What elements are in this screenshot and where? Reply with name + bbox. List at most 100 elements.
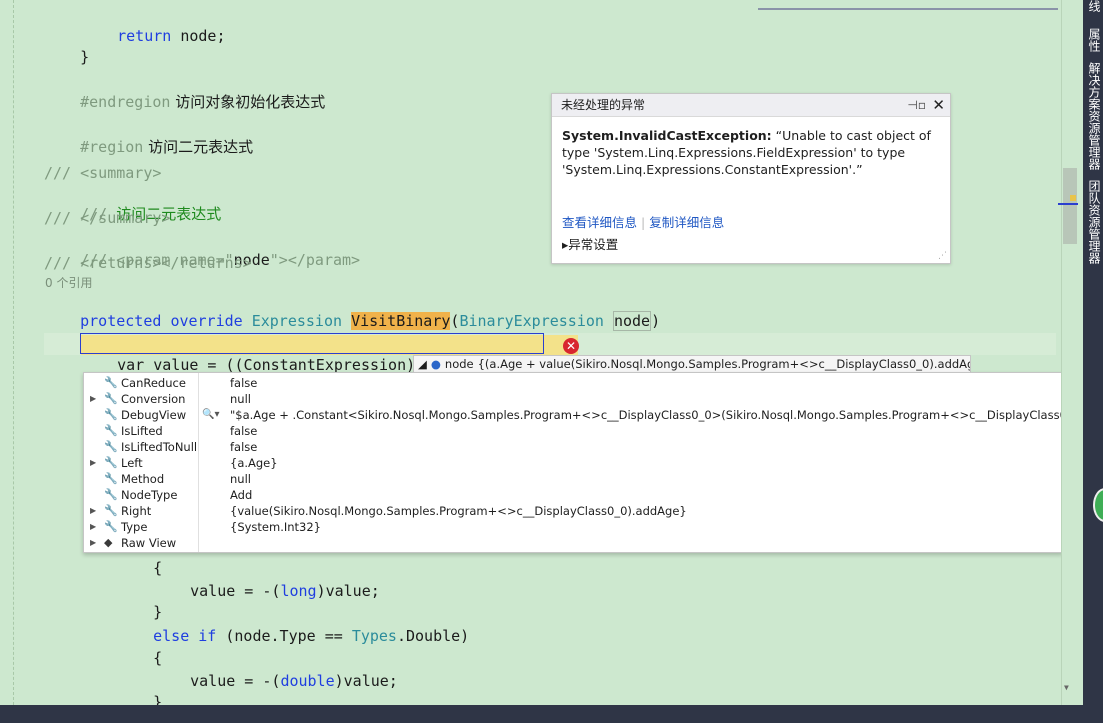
datatip-row[interactable]: 🔧 IsLifted false [84, 423, 1062, 439]
datatip-property-value: false [230, 376, 258, 390]
doc-comment[interactable]: /// </summary> [44, 208, 170, 228]
wrench-icon: 🔧 [104, 440, 118, 453]
code-text: } [80, 48, 90, 66]
code-line[interactable]: } [117, 582, 162, 621]
datatip-row[interactable]: ▶ 🔧 Conversion null [84, 391, 1062, 407]
datatip-property-name: DebugView [121, 408, 187, 422]
vertical-scrollbar[interactable] [1061, 0, 1084, 705]
datatip-property-value: {System.Int32} [230, 520, 321, 534]
datatip-variable-value: {(a.Age + value(Sikiro.Nosql.Mongo.Sampl… [477, 357, 971, 371]
datatip-property-value: false [230, 440, 258, 454]
datatip-property-value: null [230, 392, 251, 406]
expand-arrow-icon[interactable]: ▶ [90, 519, 96, 535]
object-icon: ● [430, 357, 441, 371]
tab-line[interactable]: 线 [1086, 0, 1103, 12]
datatip-property-name: Conversion [121, 392, 186, 406]
datatip-property-name: Method [121, 472, 165, 486]
exception-popup[interactable]: 未经处理的异常 ⊣▫ ✕ System.InvalidCastException… [551, 93, 951, 264]
chevron-down-icon[interactable]: ◢ [418, 357, 427, 371]
datatip-property-name: NodeType [121, 488, 178, 502]
code-line[interactable]: { [117, 628, 162, 667]
doc-comment[interactable]: /// <returns></returns> [44, 253, 252, 273]
code-text: value = -( [190, 582, 281, 600]
datatip-row[interactable]: ▶ 🔧 Left {a.Age} [84, 455, 1062, 471]
keyword: if [198, 627, 217, 645]
resize-grip-icon[interactable]: ⋰ [938, 251, 947, 261]
expand-arrow-icon[interactable]: ▶ [90, 391, 96, 407]
code-line[interactable]: } [117, 672, 162, 705]
code-line[interactable]: } [44, 27, 89, 66]
code-text: )value; [316, 582, 380, 600]
scrollbar-thumb[interactable] [1063, 168, 1077, 244]
exception-settings-label: 异常设置 [568, 237, 619, 252]
datatip-row[interactable]: 🔧 Method null [84, 471, 1062, 487]
datatip-row[interactable]: 🔧 DebugView 🔍▾ "$a.Age + .Constant<Sikiro.N… [84, 407, 1103, 423]
code-line[interactable]: return node; [81, 6, 225, 45]
code-text: )value; [334, 672, 398, 690]
datatip-property-value: {value(Sikiro.Nosql.Mongo.Samples.Progra… [230, 504, 687, 518]
type-name: Expression [251, 312, 343, 330]
keyword: long [280, 582, 317, 600]
datatip-row[interactable]: 🔧 IsLiftedToNull false [84, 439, 1062, 455]
expand-arrow-icon[interactable]: ▶ [90, 535, 96, 551]
code-text: ) [651, 312, 661, 330]
wrench-icon: 🔧 [104, 504, 118, 517]
method-name: VisitBinary [351, 312, 451, 330]
wrench-icon: 🔧 [104, 392, 118, 405]
datatip-row[interactable]: 🔧 NodeType Add [84, 487, 1062, 503]
exception-links: 查看详细信息 | 复制详细信息 [562, 212, 724, 231]
param-name: node [612, 311, 652, 331]
comment-text: "></param> [269, 251, 361, 269]
top-scroll-indicator [758, 0, 1058, 10]
doc-comment[interactable]: /// 访问二元表达式 [44, 184, 221, 223]
keyword: protected [80, 312, 162, 330]
code-line[interactable]: #endregion 访问对象初始化表达式 [44, 72, 325, 111]
keyword: double [280, 672, 335, 690]
exception-popup-header: 未经处理的异常 ⊣▫ ✕ [552, 94, 950, 117]
statement-selection-box [80, 333, 544, 354]
keyword: override [170, 312, 243, 330]
exception-settings-toggle[interactable]: ▸异常设置 [562, 234, 618, 253]
datatip-panel[interactable]: 🔧 CanReduce false ▶ 🔧 Conversion null 🔧 DebugVie… [83, 372, 1103, 553]
datatip-property-name: Type [121, 520, 148, 534]
visualizer-icon[interactable]: 🔍▾ [202, 407, 219, 423]
datatip-property-value: false [230, 424, 258, 438]
code-text: 访问对象初始化表达式 [170, 93, 326, 111]
code-text: .Double) [396, 627, 470, 645]
copy-details-link[interactable]: 复制详细信息 [649, 215, 724, 230]
code-text: node; [171, 27, 226, 45]
wrench-icon: 🔧 [104, 408, 118, 421]
code-line[interactable]: else if (node.Type == Types.Double) [117, 606, 469, 645]
datatip-property-value: Add [230, 488, 253, 502]
datatip-row[interactable]: ▶ ◆ Raw View [84, 535, 1062, 551]
status-bar [0, 705, 1103, 723]
tab-team-explorer[interactable]: 团队资源管理器 [1086, 180, 1103, 264]
scrollbar-position-marker [1058, 203, 1078, 205]
pin-icon[interactable]: ⊣▫ [907, 94, 926, 116]
datatip-row[interactable]: 🔧 CanReduce false [84, 375, 1062, 391]
method-signature[interactable]: protected override Expression VisitBinar… [44, 291, 660, 331]
indent-guide [13, 0, 14, 705]
doc-comment[interactable]: /// <param name="node"></param> [44, 230, 360, 269]
view-details-link[interactable]: 查看详细信息 [562, 215, 637, 230]
datatip-row[interactable]: ▶ 🔧 Type {System.Int32} [84, 519, 1062, 535]
tab-solution-explorer[interactable]: 解决方案资源管理器 [1086, 62, 1103, 170]
code-text: } [153, 693, 163, 705]
reference-count-hint[interactable]: 0 个引用 [45, 274, 92, 291]
code-line[interactable]: value = -(double)value; [154, 651, 398, 690]
wrench-icon: 🔧 [104, 520, 118, 533]
expand-arrow-icon[interactable]: ▶ [90, 503, 96, 519]
datatip-row[interactable]: ▶ 🔧 Right {value(Sikiro.Nosql.Mongo.Samples… [84, 503, 1062, 519]
code-text: 访问二元表达式 [143, 138, 254, 156]
wrench-icon: 🔧 [104, 456, 118, 469]
code-line[interactable]: #region 访问二元表达式 [44, 117, 253, 156]
datatip-property-name: Right [121, 504, 152, 518]
close-icon[interactable]: ✕ [932, 94, 945, 116]
error-icon[interactable]: ✕ [563, 338, 579, 354]
doc-comment[interactable]: /// <summary> [44, 163, 161, 183]
tab-properties[interactable]: 属性 [1086, 28, 1103, 52]
expand-arrow-icon[interactable]: ▶ [90, 455, 96, 471]
code-line[interactable]: value = -(long)value; [154, 561, 380, 600]
code-line[interactable]: { [44, 313, 89, 352]
scroll-down-icon[interactable]: ▼ [1064, 683, 1069, 692]
